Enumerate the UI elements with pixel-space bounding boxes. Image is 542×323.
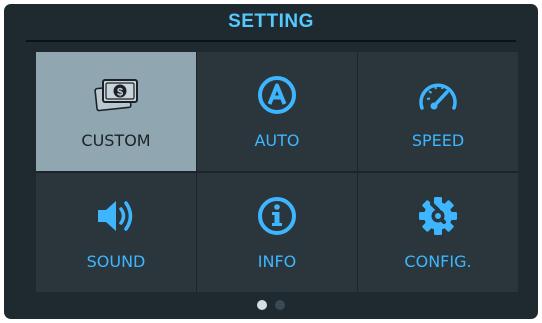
auto-mode-icon — [253, 72, 301, 118]
sound-label: SOUND — [86, 252, 146, 271]
page-dot-2[interactable] — [275, 300, 285, 310]
config-label: CONFIG. — [404, 252, 472, 271]
custom-tile[interactable]: $ CUSTOM — [36, 52, 196, 171]
info-tile[interactable]: INFO — [197, 173, 357, 292]
speed-label: SPEED — [411, 131, 465, 150]
gear-wrench-icon — [414, 193, 462, 239]
settings-grid: $ CUSTOM AUTO SPEED SOUND INFO CONFIG. — [36, 52, 518, 292]
auto-label: AUTO — [254, 131, 300, 150]
header-divider — [26, 40, 516, 42]
sound-tile[interactable]: SOUND — [36, 173, 196, 292]
speed-tile[interactable]: SPEED — [358, 52, 518, 171]
page-dot-1[interactable] — [257, 300, 267, 310]
auto-tile[interactable]: AUTO — [197, 52, 357, 171]
custom-label: CUSTOM — [81, 131, 151, 150]
page-indicator — [4, 300, 538, 310]
speedometer-icon — [414, 72, 462, 118]
settings-screen: SETTING $ CUSTOM AUTO SPEED SOUND INFO C… — [4, 4, 538, 319]
info-icon — [253, 193, 301, 239]
page-title: SETTING — [228, 11, 314, 32]
speaker-icon — [92, 193, 140, 239]
info-label: INFO — [257, 252, 297, 271]
config-tile[interactable]: CONFIG. — [358, 173, 518, 292]
money-icon: $ — [92, 72, 140, 118]
header: SETTING — [4, 4, 538, 40]
svg-text:$: $ — [117, 87, 123, 99]
